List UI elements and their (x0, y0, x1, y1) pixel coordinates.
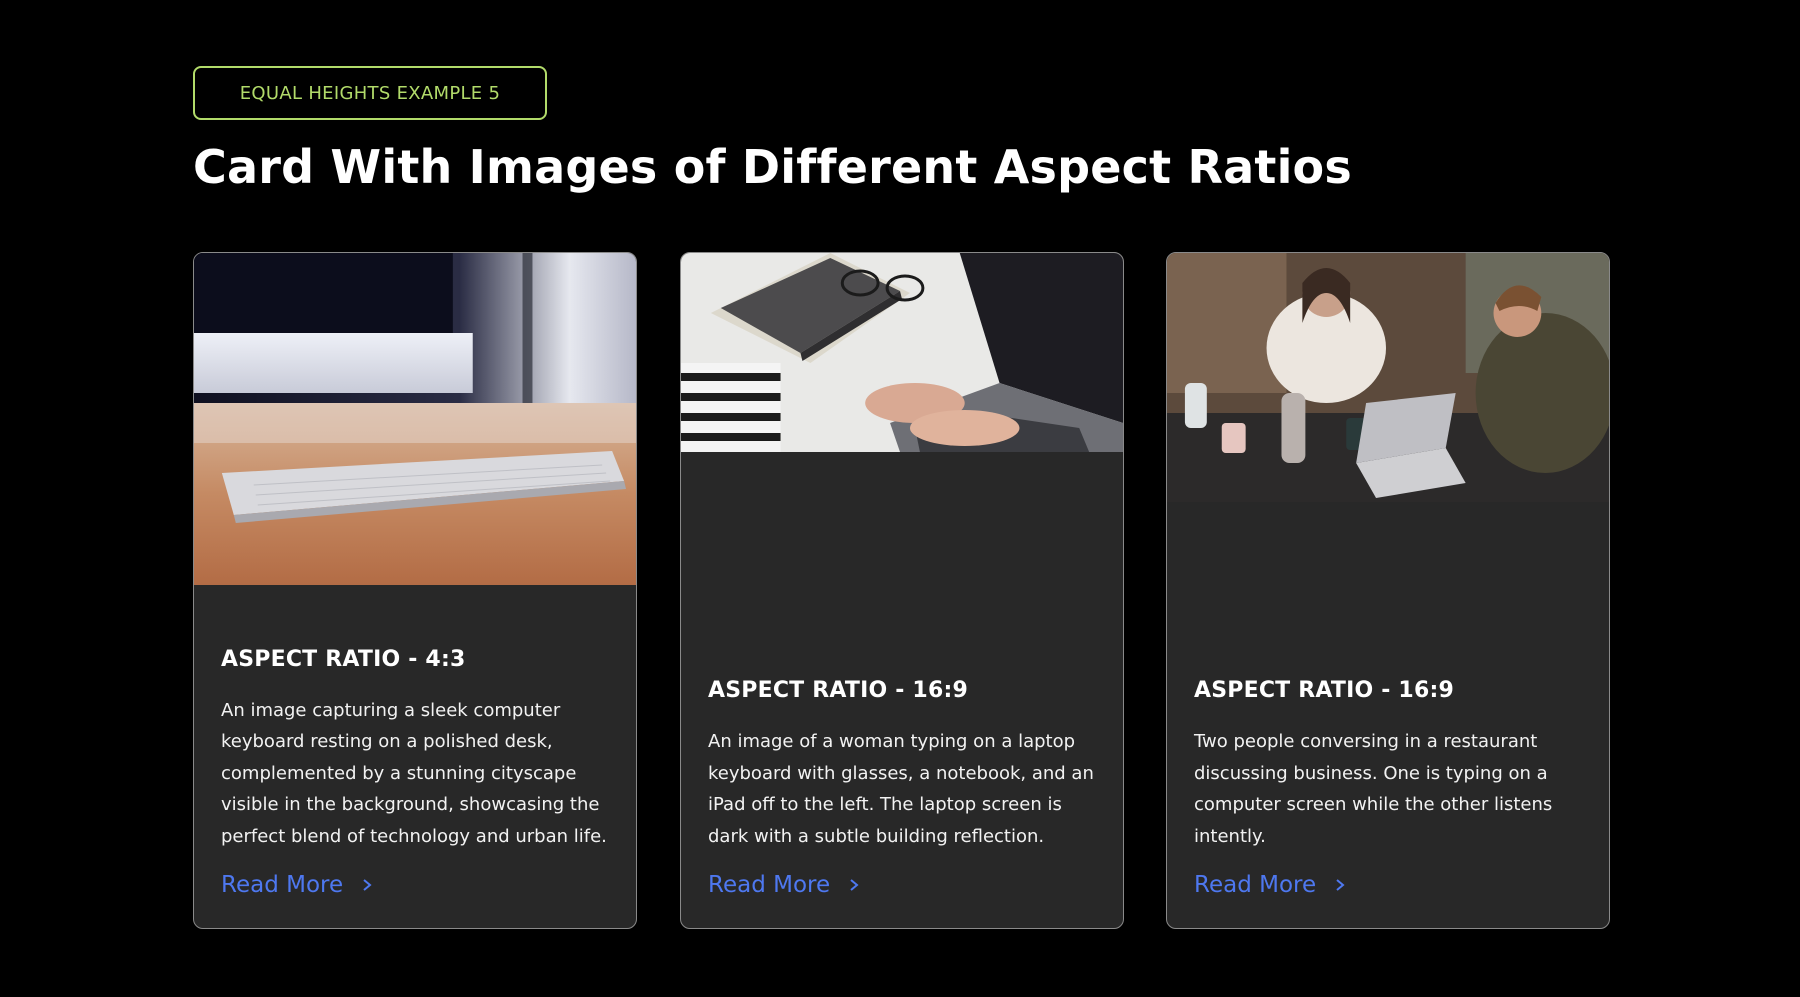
page-title: Card With Images of Different Aspect Rat… (193, 140, 1352, 194)
laptop-image (681, 253, 1123, 452)
read-more-label: Read More (1194, 872, 1317, 898)
card-description: An image capturing a sleek computer keyb… (221, 699, 607, 847)
restaurant-image (1167, 253, 1609, 502)
keyboard-image (194, 253, 636, 585)
chevron-right-icon (363, 879, 372, 891)
chevron-right-icon (1336, 879, 1345, 891)
card-body: ASPECT RATIO - 16:9 An image of a woman … (681, 678, 1123, 928)
card-aspect-16-9-restaurant: ASPECT RATIO - 16:9 Two people conversin… (1166, 252, 1610, 929)
card-body: ASPECT RATIO - 16:9 Two people conversin… (1167, 678, 1609, 928)
read-more-label: Read More (708, 872, 831, 898)
read-more-label: Read More (221, 872, 344, 898)
card-description: An image of a woman typing on a laptop k… (708, 731, 1094, 847)
section-badge: EQUAL HEIGHTS EXAMPLE 5 (193, 66, 547, 120)
card-aspect-16-9-laptop: ASPECT RATIO - 16:9 An image of a woman … (680, 252, 1124, 929)
read-more-link[interactable]: Read More (221, 872, 373, 898)
chevron-right-icon (850, 879, 859, 891)
card-aspect-4-3: ASPECT RATIO - 4:3 An image capturing a … (193, 252, 637, 929)
read-more-link[interactable]: Read More (1194, 872, 1346, 898)
card-body: ASPECT RATIO - 4:3 An image capturing a … (194, 647, 636, 929)
card-title: ASPECT RATIO - 16:9 (708, 678, 968, 703)
card-description: Two people conversing in a restaurant di… (1194, 731, 1553, 847)
card-title: ASPECT RATIO - 16:9 (1194, 678, 1454, 703)
read-more-link[interactable]: Read More (708, 872, 860, 898)
card-title: ASPECT RATIO - 4:3 (221, 646, 466, 672)
